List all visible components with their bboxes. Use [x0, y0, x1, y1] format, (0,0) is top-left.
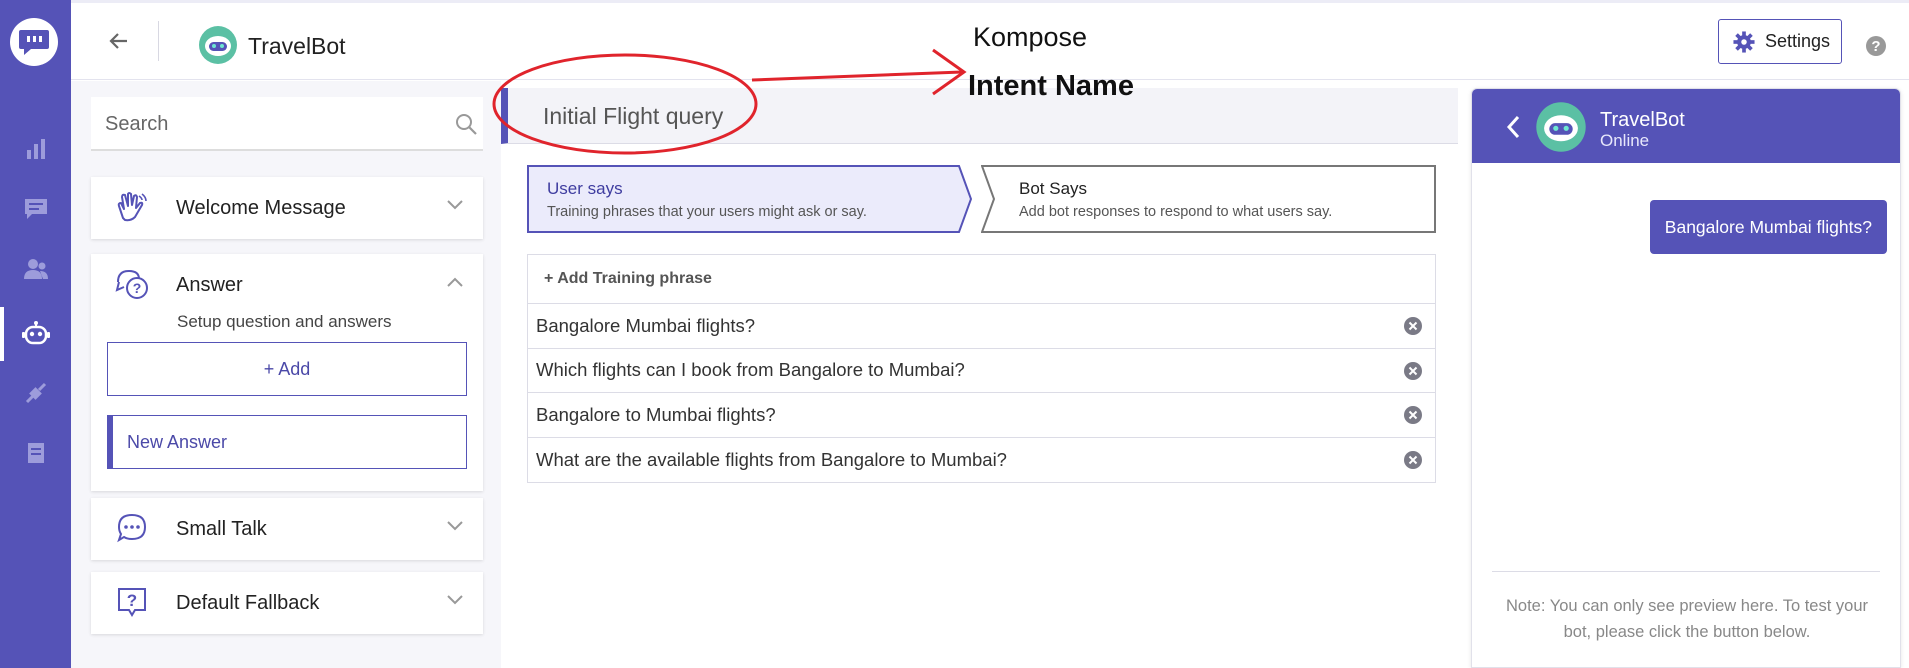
svg-text:?: ? — [1871, 38, 1880, 55]
answer-item-new-answer[interactable]: New Answer — [107, 415, 467, 469]
close-icon[interactable] — [1403, 361, 1423, 381]
section-header[interactable]: ? Answer — [91, 254, 483, 314]
close-icon[interactable] — [1403, 405, 1423, 425]
section-label: Answer — [176, 274, 243, 296]
section-subtitle: Setup question and answers — [177, 312, 392, 331]
analytics-icon[interactable] — [0, 122, 71, 176]
add-answer-button[interactable]: + Add — [107, 342, 467, 396]
intent-name[interactable]: Initial Flight query — [543, 103, 723, 130]
left-rail — [0, 0, 71, 668]
chevron-left-icon[interactable] — [1506, 115, 1520, 139]
close-icon[interactable] — [1403, 316, 1423, 336]
section-answer: ? Answer Setup question and answers + Ad… — [91, 254, 483, 491]
chevron-down-icon[interactable] — [446, 199, 464, 211]
bot-name: TravelBot — [248, 33, 346, 59]
training-phrase-row[interactable]: What are the available flights from Bang… — [528, 438, 1435, 483]
training-phrase-text: What are the available flights from Bang… — [536, 448, 1007, 470]
section-header[interactable]: Welcome Message — [91, 177, 483, 237]
training-phrase-text: Bangalore Mumbai flights? — [536, 314, 756, 336]
help-icon[interactable]: ? — [1865, 35, 1887, 57]
training-phrase-row[interactable]: Which flights can I book from Bangalore … — [528, 349, 1435, 393]
svg-text:?: ? — [133, 280, 142, 296]
question-box-icon: ? — [115, 586, 149, 618]
search-box — [91, 97, 483, 151]
search-icon[interactable] — [454, 112, 478, 136]
chevron-up-icon[interactable] — [446, 276, 464, 288]
training-phrases-list: + Add Training phrase Bangalore Mumbai f… — [527, 254, 1436, 483]
preview-status: Online — [1600, 131, 1650, 150]
section-small-talk: Small Talk — [91, 498, 483, 560]
training-phrase-text: Bangalore to Mumbai flights? — [536, 403, 776, 425]
back-arrow-icon[interactable] — [107, 29, 131, 53]
tab-description: Training phrases that your users might a… — [547, 204, 867, 220]
bot-icon[interactable] — [0, 307, 71, 361]
section-welcome-message: Welcome Message — [91, 177, 483, 239]
tab-title: Bot Says — [1019, 179, 1088, 198]
training-phrase-text: Which flights can I book from Bangalore … — [536, 359, 965, 381]
divider — [1492, 571, 1880, 572]
section-label: Default Fallback — [176, 592, 320, 614]
tab-title: User says — [547, 179, 623, 198]
logo-chat-icon[interactable] — [10, 18, 58, 66]
bot-avatar-icon — [198, 25, 238, 65]
search-input[interactable] — [105, 109, 405, 139]
chat-bubble-icon — [115, 512, 149, 544]
section-label: Small Talk — [176, 518, 267, 540]
integrations-icon[interactable] — [0, 366, 71, 420]
section-default-fallback: ? Default Fallback — [91, 572, 483, 634]
user-message-bubble: Bangalore Mumbai flights? — [1649, 200, 1887, 254]
chevron-down-icon[interactable] — [446, 594, 464, 606]
settings-button[interactable]: Settings — [1718, 19, 1842, 64]
close-icon[interactable] — [1403, 450, 1423, 470]
chevron-down-icon[interactable] — [446, 520, 464, 532]
wave-hand-icon — [115, 191, 149, 223]
users-icon[interactable] — [0, 242, 71, 296]
bot-avatar-icon — [1535, 101, 1587, 153]
intent-sidebar: Welcome Message ? Answer Setup question … — [71, 81, 501, 668]
tab-description: Add bot responses to respond to what use… — [1019, 204, 1333, 220]
preview-bot-name: TravelBot — [1600, 109, 1685, 131]
tab-bot-says[interactable]: Bot Says Add bot responses to respond to… — [981, 165, 1436, 233]
conversations-icon[interactable] — [0, 182, 71, 236]
divider — [158, 21, 159, 61]
training-phrase-row[interactable]: Bangalore Mumbai flights? — [528, 304, 1435, 349]
training-phrase-row[interactable]: Bangalore to Mumbai flights? — [528, 393, 1435, 438]
section-label: Welcome Message — [176, 197, 346, 219]
preview-note: Note: You can only see preview here. To … — [1505, 597, 1868, 641]
annotation-label: Intent Name — [968, 70, 1134, 102]
intent-editor: Initial Flight query User says Training … — [501, 81, 1461, 668]
chat-preview-panel: TravelBot Online Bangalore Mumbai flight… — [1471, 88, 1901, 668]
section-header[interactable]: ? Default Fallback — [91, 572, 483, 632]
settings-label: Settings — [1765, 31, 1831, 51]
docs-icon[interactable] — [0, 426, 71, 480]
app-title: Kompose — [973, 22, 1088, 52]
svg-text:?: ? — [127, 591, 137, 610]
add-training-phrase-button[interactable]: + Add Training phrase — [528, 255, 1435, 304]
question-chat-icon: ? — [115, 268, 149, 300]
section-header[interactable]: Small Talk — [91, 498, 483, 558]
gear-icon — [1733, 30, 1755, 53]
tab-user-says[interactable]: User says Training phrases that your use… — [527, 165, 972, 233]
preview-header: TravelBot Online — [1472, 89, 1900, 163]
